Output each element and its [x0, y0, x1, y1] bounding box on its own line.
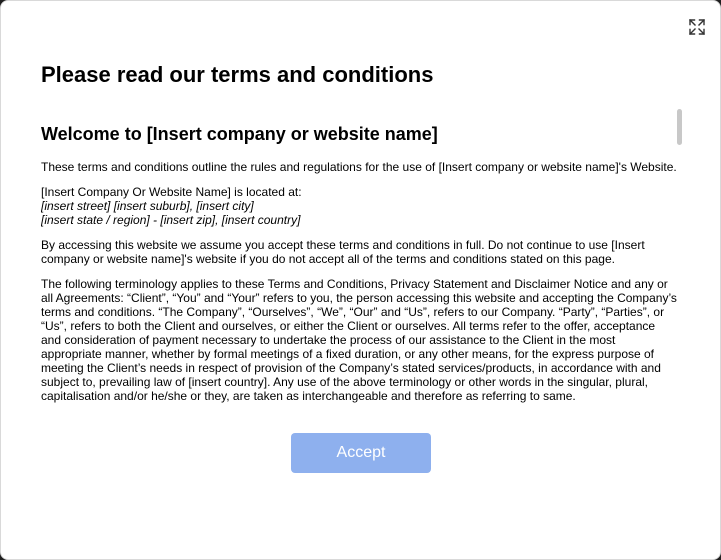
terms-heading: Welcome to [Insert company or website na…	[41, 124, 438, 144]
terms-terminology-paragraph: The following terminology applies to the…	[41, 277, 677, 403]
terms-scroll-area[interactable]: Welcome to [Insert company or website na…	[41, 109, 677, 411]
accept-button[interactable]: Accept	[291, 433, 431, 473]
location-label: [Insert Company Or Website Name] is loca…	[41, 185, 302, 199]
expand-icon	[689, 19, 705, 35]
terms-content: Welcome to [Insert company or website na…	[41, 123, 677, 403]
address-line-1: [insert street] [insert suburb], [insert…	[41, 199, 254, 213]
expand-button[interactable]	[685, 15, 709, 39]
terms-location-paragraph: [Insert Company Or Website Name] is loca…	[41, 185, 677, 227]
terms-acceptance-paragraph: By accessing this website we assume you …	[41, 238, 645, 266]
address-line-2: [insert state / region] - [insert zip], …	[41, 213, 301, 227]
scrollbar[interactable]	[677, 109, 683, 411]
terms-modal: Please read our terms and conditions Wel…	[0, 0, 721, 560]
terms-intro-paragraph: These terms and conditions outline the r…	[41, 160, 677, 174]
modal-title: Please read our terms and conditions	[41, 62, 434, 87]
scrollbar-thumb[interactable]	[677, 109, 682, 145]
